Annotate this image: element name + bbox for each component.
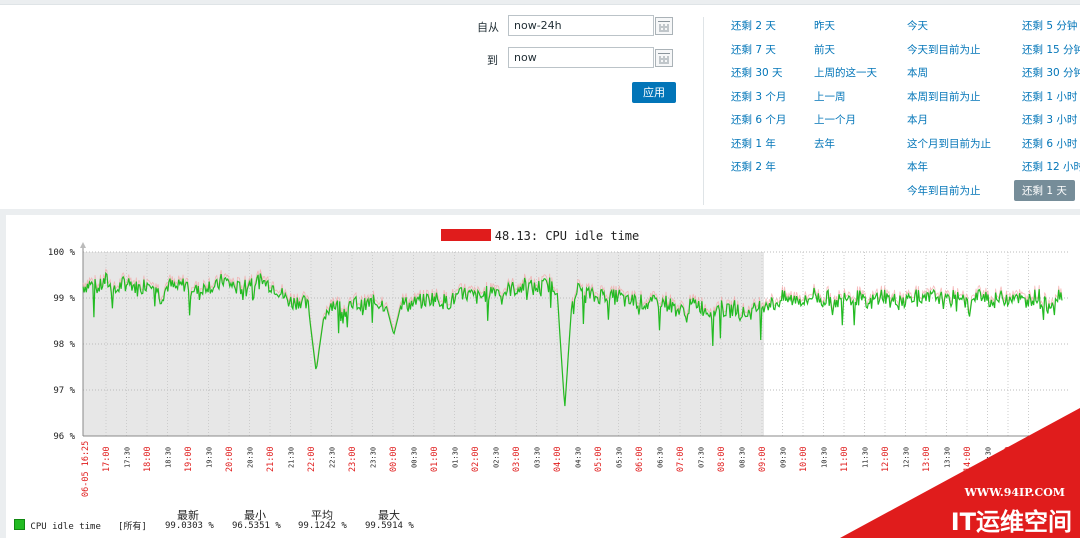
x-tick-label: 21:00 xyxy=(266,446,276,472)
y-tick-label: 98 % xyxy=(53,340,75,350)
x-tick-label: 09:00 xyxy=(758,446,768,472)
legend-value-min: 96.5351 % xyxy=(232,521,281,531)
x-tick-label: 17:00 xyxy=(102,446,112,472)
x-tick-label: 22:00 xyxy=(307,446,317,472)
x-tick-label: 18:00 xyxy=(143,446,153,472)
x-tick-label: 18:30 xyxy=(165,447,173,468)
x-tick-label: 06:00 xyxy=(635,446,645,472)
y-tick-label: 96 % xyxy=(53,432,75,442)
x-tick-label: 08:00 xyxy=(717,446,727,472)
x-tick-label: 09:30 xyxy=(780,447,788,468)
x-tick-label: 23:00 xyxy=(348,446,358,472)
x-tick-label: 21:30 xyxy=(288,447,296,468)
y-axis-arrow xyxy=(80,242,86,248)
x-tick-label: 04:30 xyxy=(575,447,583,468)
x-tick-label: 10:00 xyxy=(799,446,809,472)
legend-series-name: CPU idle time xyxy=(30,522,101,532)
watermark-url: WWW.94IP.COM xyxy=(964,486,1065,499)
x-tick-label: 10:30 xyxy=(821,447,829,468)
watermark-logo: WWW.94IP.COM IT运维空间 xyxy=(840,408,1080,538)
x-tick-label: 01:00 xyxy=(430,446,440,472)
x-tick-label: 04:00 xyxy=(553,446,563,472)
x-tick-label: 03:00 xyxy=(512,446,522,472)
legend-swatch xyxy=(14,519,25,530)
x-tick-label: 02:00 xyxy=(471,446,481,472)
x-tick-label: 01:30 xyxy=(452,447,460,468)
x-tick-label: 20:30 xyxy=(247,447,255,468)
x-tick-label: 20:00 xyxy=(225,446,235,472)
x-tick-label: 05:00 xyxy=(594,446,604,472)
x-tick-label: 07:30 xyxy=(698,447,706,468)
y-tick-label: 100 % xyxy=(48,248,76,258)
x-tick-label: 19:30 xyxy=(206,447,214,468)
x-tick-label: 05:30 xyxy=(616,447,624,468)
legend-value-max: 99.5914 % xyxy=(365,521,414,531)
x-tick-label: 00:00 xyxy=(389,446,399,472)
legend-value-latest: 99.0303 % xyxy=(165,521,214,531)
x-tick-label: 03:30 xyxy=(534,447,542,468)
x-tick-label: 08:30 xyxy=(739,447,747,468)
x-tick-label: 22:30 xyxy=(329,447,337,468)
x-tick-label: 02:30 xyxy=(493,447,501,468)
x-start-label: 06-05 16:25 xyxy=(81,441,91,497)
x-tick-label: 07:00 xyxy=(676,446,686,472)
y-tick-label: 99 % xyxy=(53,294,75,304)
x-tick-label: 17:30 xyxy=(124,447,132,468)
legend-scope: [所有] xyxy=(118,522,147,532)
y-tick-label: 97 % xyxy=(53,386,75,396)
legend-value-avg: 99.1242 % xyxy=(298,521,347,531)
x-tick-label: 00:30 xyxy=(411,447,419,468)
watermark-brand: IT运维空间 xyxy=(951,508,1072,536)
x-tick-label: 19:00 xyxy=(184,446,194,472)
x-tick-label: 06:30 xyxy=(657,447,665,468)
x-tick-label: 23:30 xyxy=(370,447,378,468)
legend-row: CPU idle time xyxy=(14,519,101,532)
